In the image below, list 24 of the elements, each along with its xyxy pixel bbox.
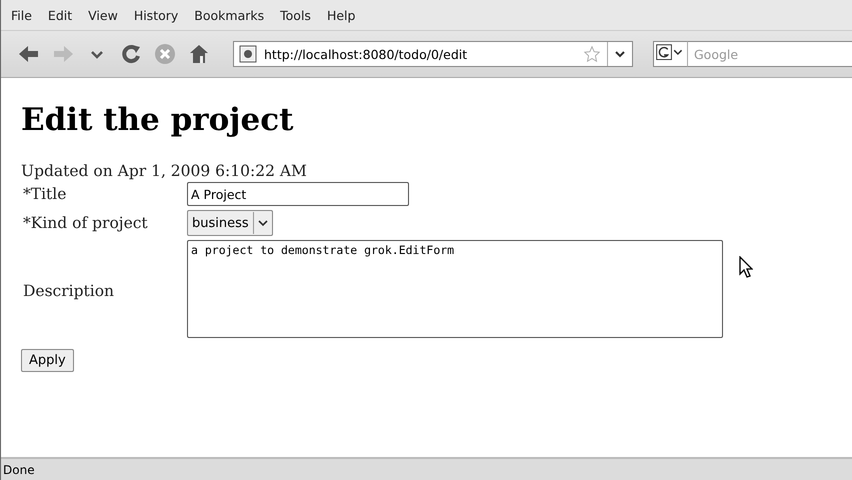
field-label: Description (22, 282, 116, 300)
page-heading: Edit the project (21, 102, 294, 138)
url-text: http://localhost:8080/todo/0/edit (263, 46, 468, 62)
title-field[interactable]: A Project (187, 182, 409, 206)
page-icon (238, 44, 258, 64)
menu-item[interactable]: Tools (272, 8, 319, 22)
field-label: *Kind of project (22, 214, 149, 232)
menu-item[interactable]: Bookmarks (186, 8, 272, 22)
apply-button[interactable]: Apply (21, 349, 74, 372)
kind-select[interactable]: business (187, 210, 273, 236)
status-text: Done (3, 462, 35, 476)
search-engine-icon[interactable] (653, 41, 687, 67)
description-field[interactable]: a project to demonstrate grok.EditForm (187, 240, 723, 338)
menu-item[interactable]: Edit (40, 8, 80, 22)
search-field[interactable]: Google (687, 41, 852, 67)
menu-item[interactable]: File (3, 8, 40, 22)
menu-item[interactable]: Help (318, 8, 364, 22)
pointer-icon (739, 256, 753, 280)
field-label: *Title (22, 185, 68, 203)
address-bar[interactable]: http://localhost:8080/todo/0/edit (233, 41, 633, 67)
menu-item[interactable]: View (80, 8, 126, 22)
menu-item[interactable]: History (126, 8, 186, 22)
updated-text: Updated on Apr 1, 2009 6:10:22 AM (21, 162, 308, 180)
star-icon[interactable] (583, 45, 601, 63)
